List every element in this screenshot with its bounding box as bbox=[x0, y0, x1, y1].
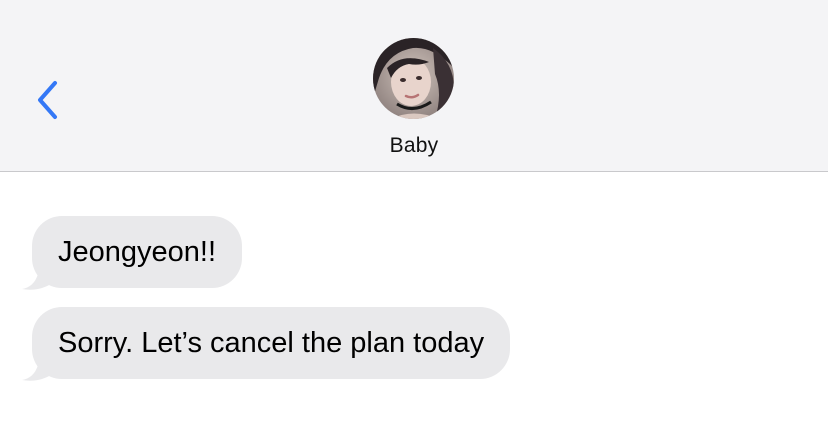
back-button[interactable] bbox=[28, 74, 68, 126]
bubble-tail-icon bbox=[22, 268, 54, 290]
contact-avatar[interactable] bbox=[373, 38, 454, 119]
message-text: Sorry. Let’s cancel the plan today bbox=[58, 327, 485, 359]
incoming-message-bubble[interactable]: Sorry. Let’s cancel the plan today bbox=[32, 307, 511, 379]
conversation-header: Baby bbox=[0, 0, 828, 172]
contact-name[interactable]: Baby bbox=[0, 134, 828, 158]
message-text: Jeongyeon!! bbox=[58, 236, 217, 268]
bubble-tail-icon bbox=[22, 359, 54, 381]
contact-photo bbox=[373, 38, 454, 119]
chevron-left-icon bbox=[38, 81, 57, 119]
incoming-message-bubble[interactable]: Jeongyeon!! bbox=[32, 216, 243, 288]
messages-screen: Baby Jeongyeon!! Sorry. Let’s cancel the… bbox=[0, 0, 828, 422]
